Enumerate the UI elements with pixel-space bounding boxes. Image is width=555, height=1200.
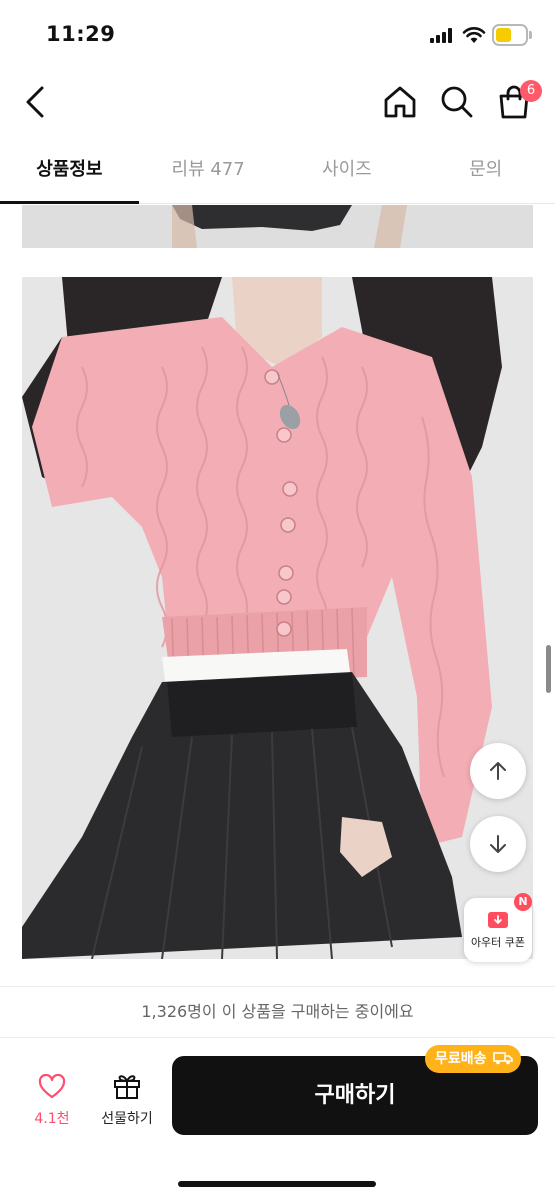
home-indicator [178,1181,376,1187]
product-image-previous [22,205,533,248]
tab-product-info[interactable]: 상품정보 [0,140,139,204]
back-button[interactable] [18,82,54,122]
home-icon [384,86,416,118]
battery-icon [492,24,528,46]
header [0,70,555,136]
new-badge: N [514,893,532,911]
scroll-down-button[interactable] [470,816,526,872]
search-icon [441,86,473,118]
buyers-count-note: 1,326명이 이 상품을 구매하는 중이에요 [141,1002,414,1021]
tab-size[interactable]: 사이즈 [278,140,417,203]
wifi-icon [462,27,486,43]
tab-inquiry[interactable]: 문의 [416,140,555,203]
gift-label: 선물하기 [101,1111,153,1127]
gift-icon [114,1075,140,1099]
free-shipping-label: 무료배송 [435,1051,487,1067]
truck-icon [493,1052,514,1065]
home-button[interactable] [380,82,420,122]
cart-count-badge: 6 [520,80,542,102]
product-image-pink-cardigan [22,277,533,959]
arrow-down-icon [490,835,506,853]
cellular-signal-icon [430,27,454,43]
product-tabs: 상품정보 리뷰 477 사이즈 문의 [0,140,555,204]
arrow-up-icon [490,762,506,780]
tab-reviews[interactable]: 리뷰 477 [139,140,278,203]
coupon-icon [488,912,508,928]
gift-button[interactable]: 선물하기 [92,1070,162,1132]
like-count: 4.1천 [34,1111,70,1127]
search-button[interactable] [437,82,477,122]
heart-icon [38,1074,66,1099]
scroll-indicator[interactable] [546,645,551,693]
free-shipping-badge: 무료배송 [425,1045,522,1073]
like-button[interactable]: 4.1천 [24,1070,80,1132]
coupon-label: 아우터 쿠폰 [470,936,526,949]
status-time: 11:29 [46,22,116,46]
status-bar: 11:29 [0,0,555,70]
chevron-left-icon [26,86,44,118]
scroll-up-button[interactable] [470,743,526,799]
